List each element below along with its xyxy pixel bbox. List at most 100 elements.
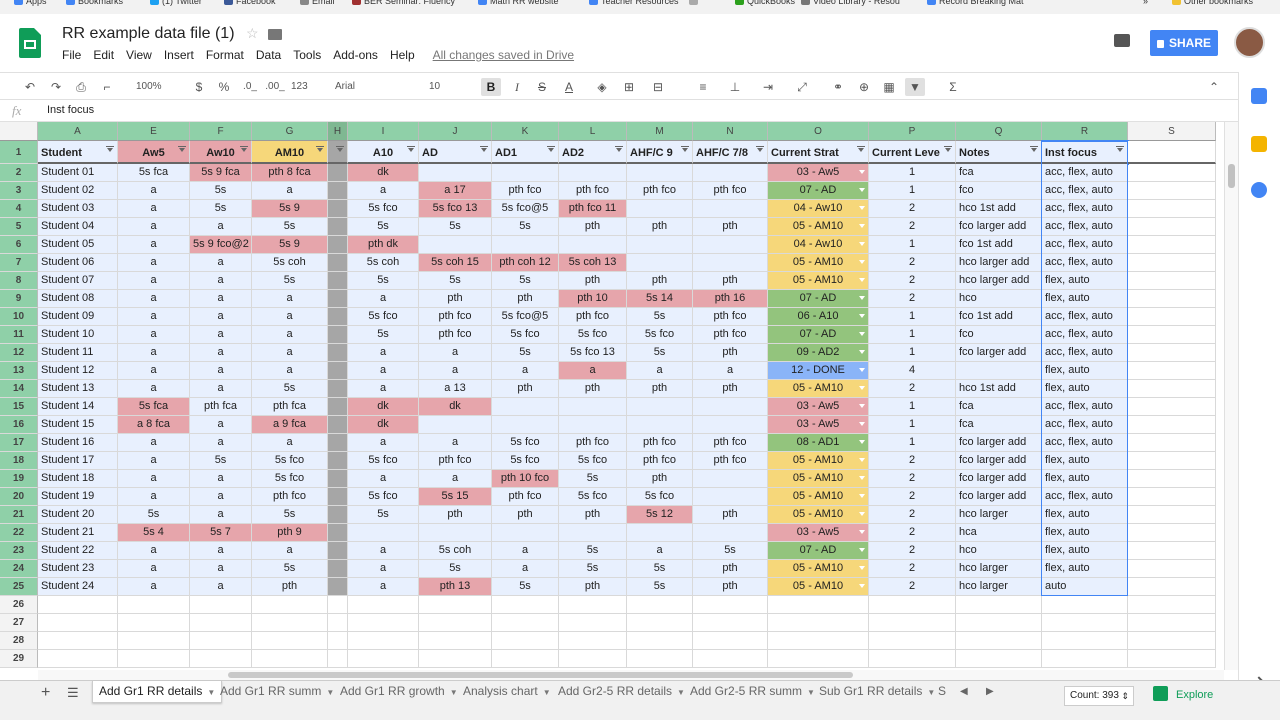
data-cell[interactable]: a <box>118 434 190 452</box>
empty-cell[interactable] <box>1128 272 1216 290</box>
select-all-corner[interactable] <box>0 122 38 141</box>
row-header[interactable]: 16 <box>0 416 38 434</box>
empty-cell[interactable] <box>1128 326 1216 344</box>
data-cell[interactable]: fca <box>956 416 1042 434</box>
data-cell[interactable]: flex, auto <box>1042 524 1128 542</box>
add-sheet-icon[interactable]: + <box>41 684 50 702</box>
data-cell[interactable] <box>328 218 348 236</box>
data-cell[interactable]: a <box>190 506 252 524</box>
menu-item-tools[interactable]: Tools <box>293 48 321 62</box>
data-cell[interactable]: pth <box>559 218 627 236</box>
strategy-dropdown-cell[interactable]: 03 - Aw5 <box>768 164 869 182</box>
dropdown-arrow-icon[interactable] <box>859 278 865 282</box>
data-cell[interactable]: pth <box>559 578 627 596</box>
text-wrap-icon[interactable]: ⇥ <box>757 78 779 96</box>
dropdown-arrow-icon[interactable] <box>859 260 865 264</box>
empty-cell[interactable] <box>1128 560 1216 578</box>
data-cell[interactable]: flex, auto <box>1042 380 1128 398</box>
student-name-cell[interactable]: Student 02 <box>38 182 118 200</box>
data-cell[interactable]: a <box>118 470 190 488</box>
data-cell[interactable]: pth <box>559 272 627 290</box>
data-cell[interactable]: 1 <box>869 344 956 362</box>
student-name-cell[interactable]: Student 10 <box>38 326 118 344</box>
data-cell[interactable]: a <box>118 578 190 596</box>
row-header[interactable]: 3 <box>0 182 38 200</box>
row-header[interactable]: 14 <box>0 380 38 398</box>
data-cell[interactable]: flex, auto <box>1042 362 1128 380</box>
data-cell[interactable]: pth fco <box>559 182 627 200</box>
bookmark-item[interactable]: Facebook <box>224 0 276 8</box>
header-cell-m[interactable]: AHF/C 9 <box>627 141 693 164</box>
student-name-cell[interactable]: Student 04 <box>38 218 118 236</box>
data-cell[interactable]: 5s fco <box>559 488 627 506</box>
collapse-icon[interactable]: ⌃ <box>1206 78 1222 96</box>
data-cell[interactable]: a <box>118 542 190 560</box>
data-cell[interactable]: flex, auto <box>1042 542 1128 560</box>
borders-icon[interactable]: ⊞ <box>621 78 637 96</box>
data-cell[interactable]: dk <box>419 398 492 416</box>
data-cell[interactable]: fco <box>956 182 1042 200</box>
data-cell[interactable]: hco larger <box>956 560 1042 578</box>
strategy-dropdown-cell[interactable]: 05 - AM10 <box>768 272 869 290</box>
data-cell[interactable]: a <box>190 560 252 578</box>
data-cell[interactable]: pth fco <box>693 434 768 452</box>
header-cell-s[interactable] <box>1128 141 1216 164</box>
data-cell[interactable]: hco larger add <box>956 272 1042 290</box>
student-name-cell[interactable]: Student 05 <box>38 236 118 254</box>
data-cell[interactable]: 5s fco <box>252 470 328 488</box>
empty-cell[interactable] <box>1128 650 1216 668</box>
header-cell-e[interactable]: Aw5 <box>118 141 190 164</box>
data-cell[interactable]: pth <box>559 506 627 524</box>
font-select[interactable]: Arial <box>335 78 407 96</box>
row-header[interactable]: 7 <box>0 254 38 272</box>
data-cell[interactable]: fco larger add <box>956 218 1042 236</box>
data-cell[interactable]: pth <box>627 218 693 236</box>
data-cell[interactable]: a <box>693 362 768 380</box>
data-cell[interactable]: a 17 <box>419 182 492 200</box>
empty-cell[interactable] <box>1128 452 1216 470</box>
header-cell-h[interactable] <box>328 141 348 164</box>
data-cell[interactable]: a <box>190 578 252 596</box>
strategy-dropdown-cell[interactable]: 07 - AD <box>768 182 869 200</box>
data-cell[interactable]: pth <box>627 470 693 488</box>
data-cell[interactable]: 5s <box>252 506 328 524</box>
data-cell[interactable] <box>693 200 768 218</box>
data-cell[interactable]: acc, flex, auto <box>1042 326 1128 344</box>
data-cell[interactable]: a <box>627 542 693 560</box>
data-cell[interactable]: a <box>118 560 190 578</box>
row-header[interactable]: 2 <box>0 164 38 182</box>
data-cell[interactable]: 5s <box>492 218 559 236</box>
data-cell[interactable]: pth <box>419 506 492 524</box>
dropdown-arrow-icon[interactable] <box>859 386 865 390</box>
row-header[interactable]: 25 <box>0 578 38 596</box>
data-cell[interactable]: a <box>190 272 252 290</box>
data-cell[interactable]: acc, flex, auto <box>1042 182 1128 200</box>
data-cell[interactable]: a <box>118 218 190 236</box>
data-cell[interactable]: acc, flex, auto <box>1042 488 1128 506</box>
menu-item-view[interactable]: View <box>126 48 152 62</box>
data-cell[interactable]: a <box>118 290 190 308</box>
data-cell[interactable]: flex, auto <box>1042 452 1128 470</box>
data-cell[interactable]: a <box>190 362 252 380</box>
header-cell-k[interactable]: AD1 <box>492 141 559 164</box>
data-cell[interactable]: 5s fco 13 <box>559 344 627 362</box>
dropdown-arrow-icon[interactable] <box>859 566 865 570</box>
empty-cell[interactable] <box>1042 632 1128 650</box>
data-cell[interactable]: a <box>252 434 328 452</box>
data-cell[interactable]: a <box>118 344 190 362</box>
data-cell[interactable]: a <box>190 488 252 506</box>
menu-item-format[interactable]: Format <box>206 48 244 62</box>
strategy-dropdown-cell[interactable]: 05 - AM10 <box>768 254 869 272</box>
empty-cell[interactable] <box>627 632 693 650</box>
data-cell[interactable]: 5s <box>419 560 492 578</box>
tasks-icon[interactable] <box>1251 182 1267 198</box>
empty-cell[interactable] <box>38 596 118 614</box>
empty-cell[interactable] <box>348 596 419 614</box>
data-cell[interactable]: a <box>348 182 419 200</box>
empty-cell[interactable] <box>419 596 492 614</box>
data-cell[interactable]: a <box>348 434 419 452</box>
data-cell[interactable]: a <box>190 542 252 560</box>
student-name-cell[interactable]: Student 11 <box>38 344 118 362</box>
sheet-tab[interactable]: Add Gr2-5 RR summ ▼ <box>684 681 821 703</box>
data-cell[interactable]: 5s <box>693 542 768 560</box>
